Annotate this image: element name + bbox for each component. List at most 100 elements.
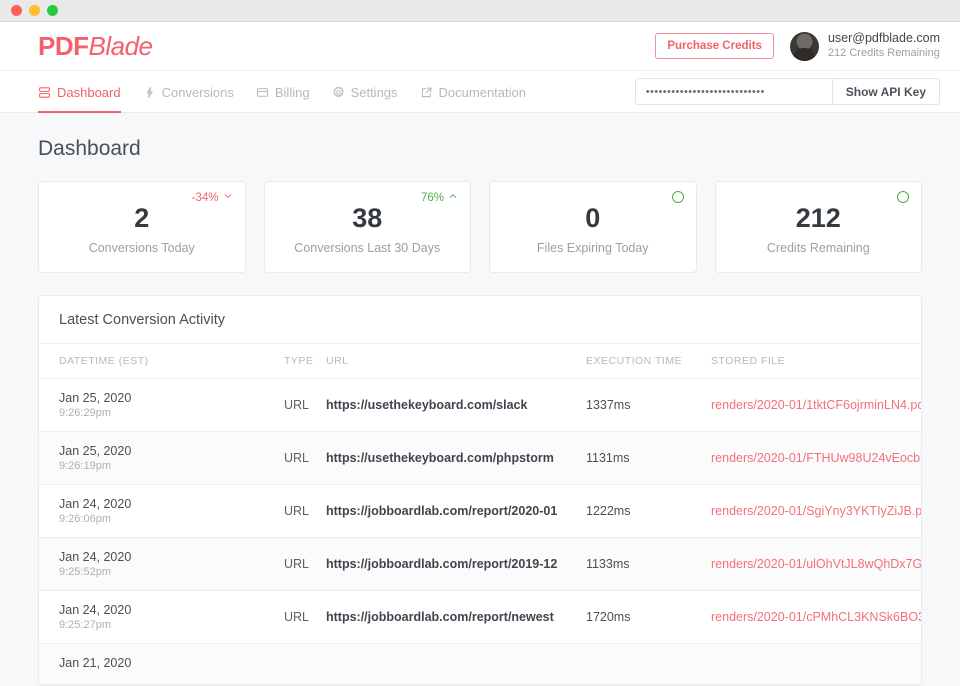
show-api-key-button[interactable]: Show API Key [831,78,940,105]
cell-type [284,643,326,685]
nav-item-documentation[interactable]: Documentation [420,71,526,112]
table-row[interactable]: Jan 24, 2020 9:25:27pm URL https://jobbo… [39,590,921,644]
cell-type: URL [284,484,326,538]
table-row[interactable]: Jan 25, 2020 9:26:29pm URL https://useth… [39,378,921,432]
nav-item-label: Documentation [438,84,526,100]
nav-item-list: Dashboard Conversions Billing Settings D… [38,71,526,113]
column-header-url[interactable]: URL [326,344,586,379]
cell-stored-file[interactable]: renders/2020-01/FTHUw98U24vEocbY.pdf [711,431,921,485]
stat-card-conversions-today: -34% 2 Conversions Today [38,181,246,273]
cell-url: https://jobboardlab.com/report/2019-12 [326,537,586,591]
row-time: 9:25:27pm [59,619,111,631]
stat-label: Files Expiring Today [536,241,649,255]
row-date: Jan 25, 2020 [59,444,132,458]
status-badge: 76% [421,191,458,204]
table-row[interactable]: Jan 21, 2020 [39,643,921,685]
nav-item-conversions[interactable]: Conversions [143,71,234,112]
row-time: 9:26:06pm [59,513,111,525]
column-header-execution-time[interactable]: EXECUTION TIME [586,344,711,379]
chevron-up-icon [448,191,458,204]
api-key-area: Show API Key [634,78,940,105]
cell-type: URL [284,590,326,644]
row-date: Jan 21, 2020 [59,656,132,670]
badge-value: 76% [420,191,444,204]
logo-text-secondary: Blade [88,30,154,61]
stat-label: Credits Remaining [766,241,870,255]
user-email: user@pdfblade.com [827,31,940,46]
cell-stored-file[interactable] [711,643,921,685]
main-navigation: Dashboard Conversions Billing Settings D… [0,70,960,113]
row-time: 9:26:29pm [59,407,111,419]
table-row[interactable]: Jan 24, 2020 9:26:06pm URL https://jobbo… [39,484,921,538]
brand-header: PDFBlade Purchase Credits user@pdfblade.… [0,22,960,70]
window-close-button[interactable] [11,5,22,16]
nav-item-settings[interactable]: Settings [332,71,398,112]
panel-title: Latest Conversion Activity [39,296,921,344]
cell-url: https://jobboardlab.com/report/2020-01 [326,484,586,538]
cell-datetime: Jan 24, 2020 9:26:06pm [39,484,284,538]
cell-url [326,643,586,685]
row-date: Jan 24, 2020 [59,497,132,511]
window-minimize-button[interactable] [29,5,40,16]
stat-label: Conversions Last 30 Days [294,241,441,255]
row-date: Jan 24, 2020 [59,550,132,564]
external-link-icon [420,86,433,99]
window-zoom-button[interactable] [47,5,58,16]
user-credits-remaining: 212 Credits Remaining [827,46,940,59]
cell-datetime: Jan 25, 2020 9:26:29pm [39,378,284,432]
nav-item-dashboard[interactable]: Dashboard [38,71,121,113]
nav-item-label: Conversions [161,84,234,100]
status-badge [671,191,684,203]
nav-item-label: Settings [350,84,398,100]
cell-execution-time: 1337ms [586,378,711,432]
api-key-input[interactable] [634,78,832,105]
stat-value: 0 [585,203,601,233]
cell-url: https://jobboardlab.com/report/newest [326,590,586,644]
table-row[interactable]: Jan 24, 2020 9:25:52pm URL https://jobbo… [39,537,921,591]
avatar [789,31,819,61]
cell-stored-file[interactable]: renders/2020-01/cPMhCL3KNSk6BO3f.pdf [711,590,921,644]
status-badge: -34% [192,191,233,204]
stat-value: 212 [795,203,841,233]
column-header-datetime[interactable]: DATETIME (EST) [39,344,284,379]
cell-datetime: Jan 24, 2020 9:25:52pm [39,537,284,591]
row-date: Jan 24, 2020 [59,603,132,617]
stat-card-files-expiring-today: 0 Files Expiring Today [489,181,697,273]
circle-icon [671,191,684,203]
app-logo[interactable]: PDFBlade [38,31,153,62]
cell-stored-file[interactable]: renders/2020-01/1tktCF6ojrminLN4.pdf [711,378,921,432]
bolt-icon [143,86,156,99]
window-titlebar [0,0,960,22]
cell-stored-file[interactable]: renders/2020-01/SgiYny3YKTIyZiJB.pdf [711,484,921,538]
gear-icon [332,85,345,99]
card-icon [256,86,269,99]
cell-type: URL [284,537,326,591]
nav-item-label: Dashboard [57,84,121,100]
chevron-down-icon [223,191,233,204]
table-header: DATETIME (EST) TYPE URL EXECUTION TIME S… [39,344,921,379]
table-row[interactable]: Jan 25, 2020 9:26:19pm URL https://useth… [39,431,921,485]
cell-type: URL [284,431,326,485]
user-menu[interactable]: user@pdfblade.com 212 Credits Remaining [789,31,940,61]
cell-datetime: Jan 25, 2020 9:26:19pm [39,431,284,485]
stat-value: 38 [352,203,383,233]
nav-item-billing[interactable]: Billing [256,71,310,112]
purchase-credits-button[interactable]: Purchase Credits [655,33,774,59]
cell-datetime: Jan 21, 2020 [39,643,284,685]
cell-type: URL [284,378,326,432]
column-header-type[interactable]: TYPE [284,344,326,379]
table-body: Jan 25, 2020 9:26:29pm URL https://useth… [39,378,921,685]
cell-execution-time: 1133ms [586,537,711,591]
row-time: 9:26:19pm [59,460,111,472]
cell-execution-time: 1222ms [586,484,711,538]
status-badge [897,191,909,203]
table-header-row: DATETIME (EST) TYPE URL EXECUTION TIME S… [39,344,921,379]
cell-execution-time: 1131ms [586,431,711,485]
column-header-stored-file[interactable]: STORED FILE [711,344,921,379]
logo-text-primary: PDF [38,30,89,61]
stat-value: 2 [134,203,150,233]
page-title: Dashboard [38,137,141,160]
stat-card-credits-remaining: 212 Credits Remaining [714,181,922,273]
stat-card-conversions-30-days: 76% 38 Conversions Last 30 Days [263,181,471,273]
cell-stored-file[interactable]: renders/2020-01/ulOhVtJL8wQhDx7G.pdf [711,537,921,591]
